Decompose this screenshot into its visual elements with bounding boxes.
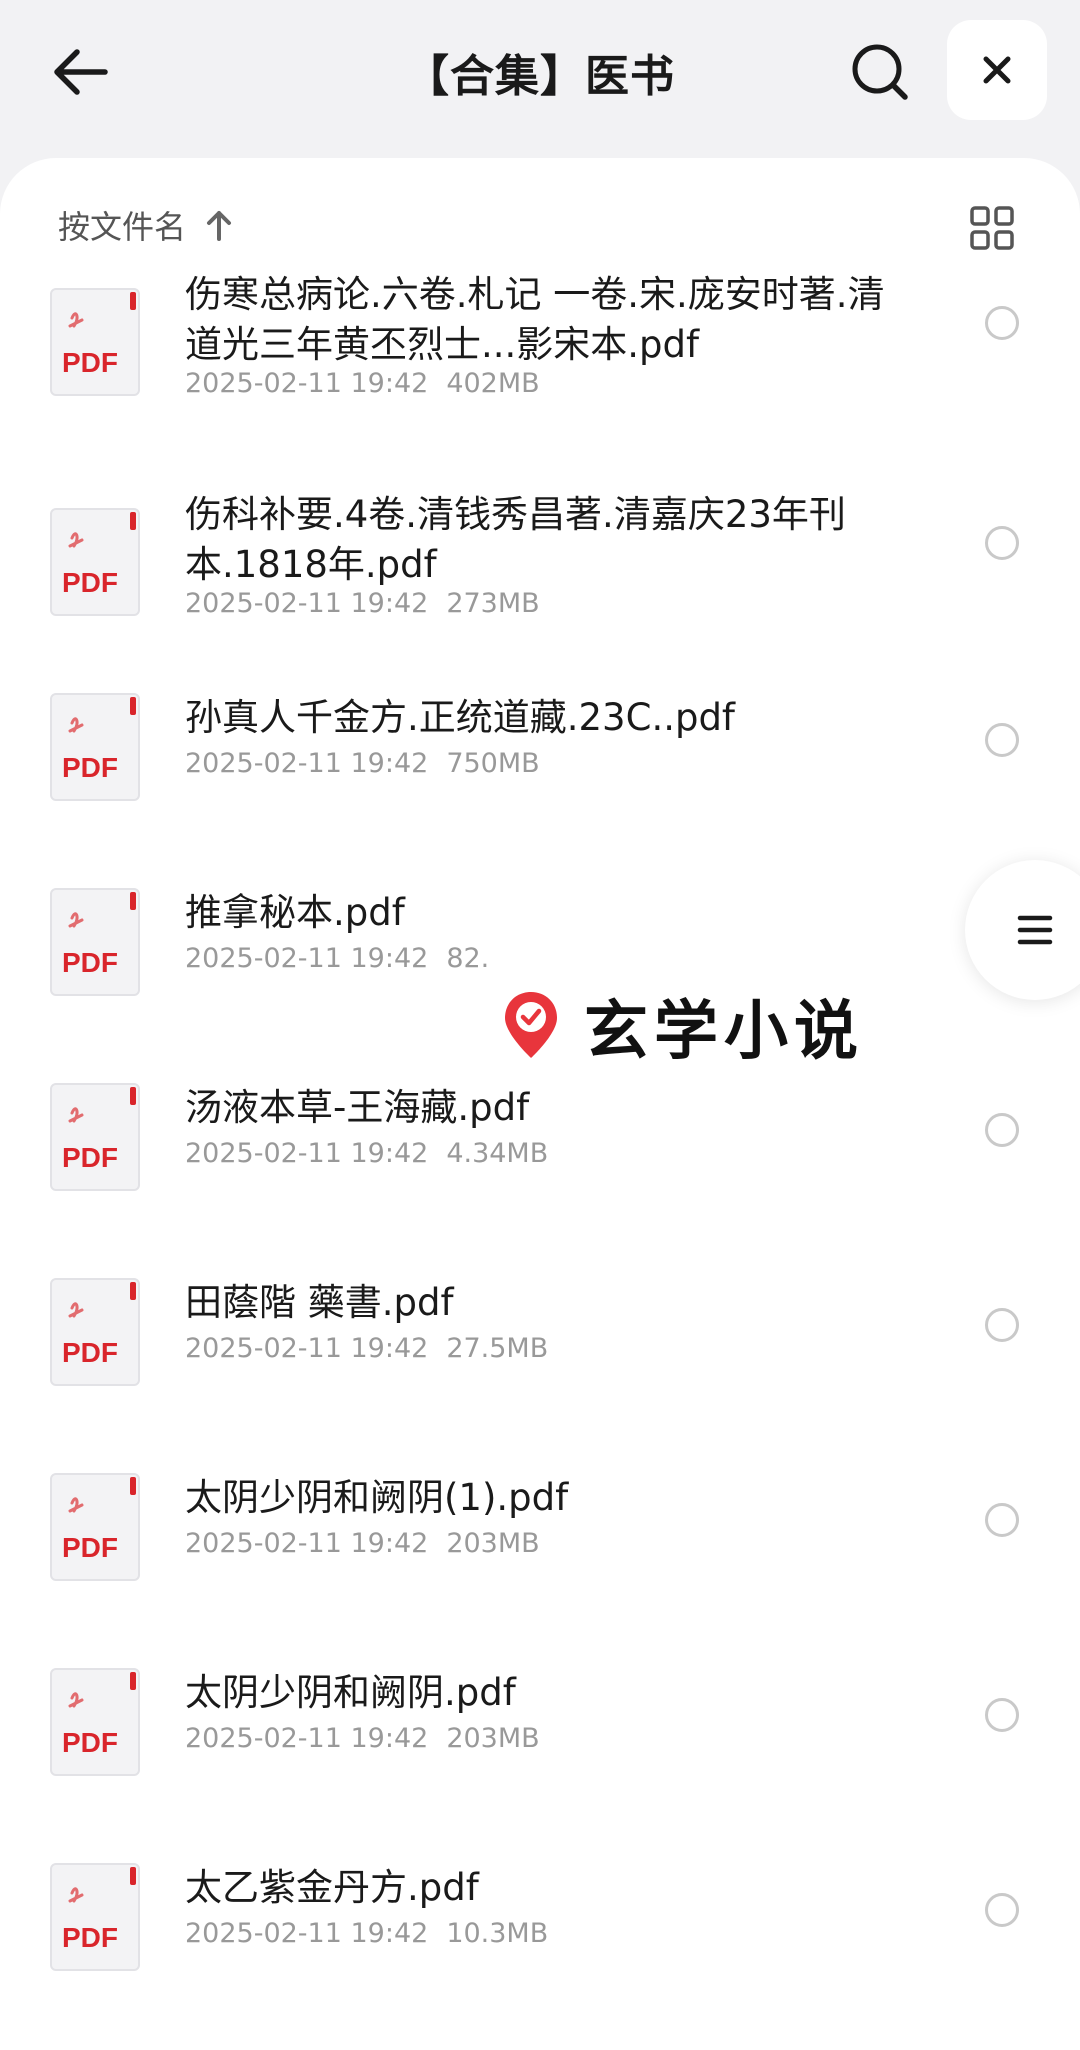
select-radio[interactable]: [985, 1503, 1019, 1537]
file-meta: 2025-02-11 19:42 750MB: [185, 748, 540, 779]
file-name: 伤寒总病论.六卷.札记 一卷.宋.庞安时著.清道光三年黄丕烈士...影宋本.pd…: [185, 273, 885, 366]
close-icon: [983, 56, 1011, 84]
file-meta: 2025-02-11 19:42 273MB: [185, 588, 540, 619]
select-radio[interactable]: [985, 1893, 1019, 1927]
file-meta: 2025-02-11 19:42 27.5MB: [185, 1333, 548, 1364]
select-radio[interactable]: [985, 1308, 1019, 1342]
select-radio[interactable]: [985, 526, 1019, 560]
svg-text:PDF: PDF: [62, 567, 118, 598]
pdf-file-icon: PDF: [50, 888, 140, 996]
file-row[interactable]: PDF 孙真人千金方.正统道藏.23C..pdf 2025-02-11 19:42 7…: [0, 668, 1080, 858]
file-meta: 2025-02-11 19:42 203MB: [185, 1723, 540, 1754]
file-meta: 2025-02-11 19:42 203MB: [185, 1528, 540, 1559]
file-row[interactable]: PDF 汤液本草-王海藏.pdf 2025-02-11 19:42 4.34MB: [0, 1058, 1080, 1248]
file-meta: 2025-02-11 19:42 4.34MB: [185, 1138, 548, 1169]
file-name: 推拿秘本.pdf: [185, 891, 405, 934]
file-size: 82.: [446, 943, 490, 974]
file-size: 203MB: [446, 1723, 540, 1754]
file-list-panel: 按文件名 PDF 伤寒总病论.六卷.札记 一卷.宋.庞安时著.清道光三年黄丕烈士.…: [0, 158, 1080, 2050]
file-size: 750MB: [446, 748, 540, 779]
file-date: 2025-02-11 19:42: [185, 1918, 429, 1949]
svg-text:PDF: PDF: [62, 947, 118, 978]
file-row[interactable]: PDF 太阴少阴和阙阴(1).pdf 2025-02-11 19:42 203MB: [0, 1448, 1080, 1638]
file-name: 太阴少阴和阙阴.pdf: [185, 1671, 516, 1714]
pdf-file-icon: PDF: [50, 1278, 140, 1386]
svg-text:PDF: PDF: [62, 752, 118, 783]
search-icon: [852, 44, 908, 100]
file-name: 孙真人千金方.正统道藏.23C..pdf: [185, 696, 735, 739]
sort-control[interactable]: 按文件名: [58, 202, 234, 248]
menu-icon: [1017, 915, 1053, 945]
select-radio[interactable]: [985, 1698, 1019, 1732]
location-pin-check-icon: [505, 992, 557, 1058]
file-row[interactable]: PDF 伤科补要.4卷.清钱秀昌著.清嘉庆23年刊本.1818年.pdf 2025-…: [0, 488, 1080, 678]
pdf-file-icon: PDF: [50, 1863, 140, 1971]
file-size: 402MB: [446, 368, 540, 399]
grid-view-button[interactable]: [962, 198, 1022, 258]
pdf-file-icon: PDF: [50, 288, 140, 396]
select-radio[interactable]: [985, 1113, 1019, 1147]
file-size: 27.5MB: [446, 1333, 549, 1364]
file-meta: 2025-02-11 19:42 10.3MB: [185, 1918, 548, 1949]
file-size: 273MB: [446, 588, 540, 619]
file-date: 2025-02-11 19:42: [185, 1138, 429, 1169]
svg-text:PDF: PDF: [62, 347, 118, 378]
file-name: 伤科补要.4卷.清钱秀昌著.清嘉庆23年刊本.1818年.pdf: [185, 493, 846, 586]
file-date: 2025-02-11 19:42: [185, 748, 429, 779]
arrow-up-icon: [204, 209, 234, 241]
top-bar: 【合集】医书: [0, 0, 1080, 150]
sort-label: 按文件名: [58, 208, 187, 246]
grid-view-icon: [970, 206, 1014, 250]
watermark: 玄学小说: [500, 980, 864, 1072]
file-name: 太乙紫金丹方.pdf: [185, 1866, 479, 1909]
file-row[interactable]: PDF 伤寒总病论.六卷.札记 一卷.宋.庞安时著.清道光三年黄丕烈士...影宋本…: [0, 268, 1080, 458]
file-date: 2025-02-11 19:42: [185, 943, 429, 974]
select-radio[interactable]: [985, 723, 1019, 757]
svg-text:PDF: PDF: [62, 1922, 118, 1953]
file-row[interactable]: PDF 田蔭階 藥書.pdf 2025-02-11 19:42 27.5MB: [0, 1253, 1080, 1443]
file-date: 2025-02-11 19:42: [185, 1333, 429, 1364]
file-row[interactable]: PDF 太乙紫金丹方.pdf 2025-02-11 19:42 10.3MB: [0, 1838, 1080, 2028]
select-radio[interactable]: [985, 306, 1019, 340]
file-date: 2025-02-11 19:42: [185, 588, 429, 619]
pdf-file-icon: PDF: [50, 1668, 140, 1776]
file-name: 汤液本草-王海藏.pdf: [185, 1086, 530, 1129]
file-name: 田蔭階 藥書.pdf: [185, 1281, 454, 1324]
file-date: 2025-02-11 19:42: [185, 1528, 429, 1559]
file-size: 10.3MB: [446, 1918, 549, 1949]
file-meta: 2025-02-11 19:42 82.: [185, 943, 489, 974]
file-size: 203MB: [446, 1528, 540, 1559]
close-button[interactable]: [947, 20, 1047, 120]
file-size: 4.34MB: [446, 1138, 549, 1169]
file-date: 2025-02-11 19:42: [185, 1723, 429, 1754]
pdf-file-icon: PDF: [50, 508, 140, 616]
file-meta: 2025-02-11 19:42 402MB: [185, 368, 540, 399]
search-button[interactable]: [840, 36, 920, 108]
file-name: 太阴少阴和阙阴(1).pdf: [185, 1476, 569, 1519]
svg-text:PDF: PDF: [62, 1142, 118, 1173]
pdf-file-icon: PDF: [50, 1083, 140, 1191]
pdf-file-icon: PDF: [50, 693, 140, 801]
pdf-file-icon: PDF: [50, 1473, 140, 1581]
svg-text:PDF: PDF: [62, 1727, 118, 1758]
file-date: 2025-02-11 19:42: [185, 368, 429, 399]
file-row[interactable]: PDF 太阴少阴和阙阴.pdf 2025-02-11 19:42 203MB: [0, 1643, 1080, 1833]
watermark-text: 玄学小说: [584, 995, 864, 1069]
svg-text:PDF: PDF: [62, 1337, 118, 1368]
svg-text:PDF: PDF: [62, 1532, 118, 1563]
